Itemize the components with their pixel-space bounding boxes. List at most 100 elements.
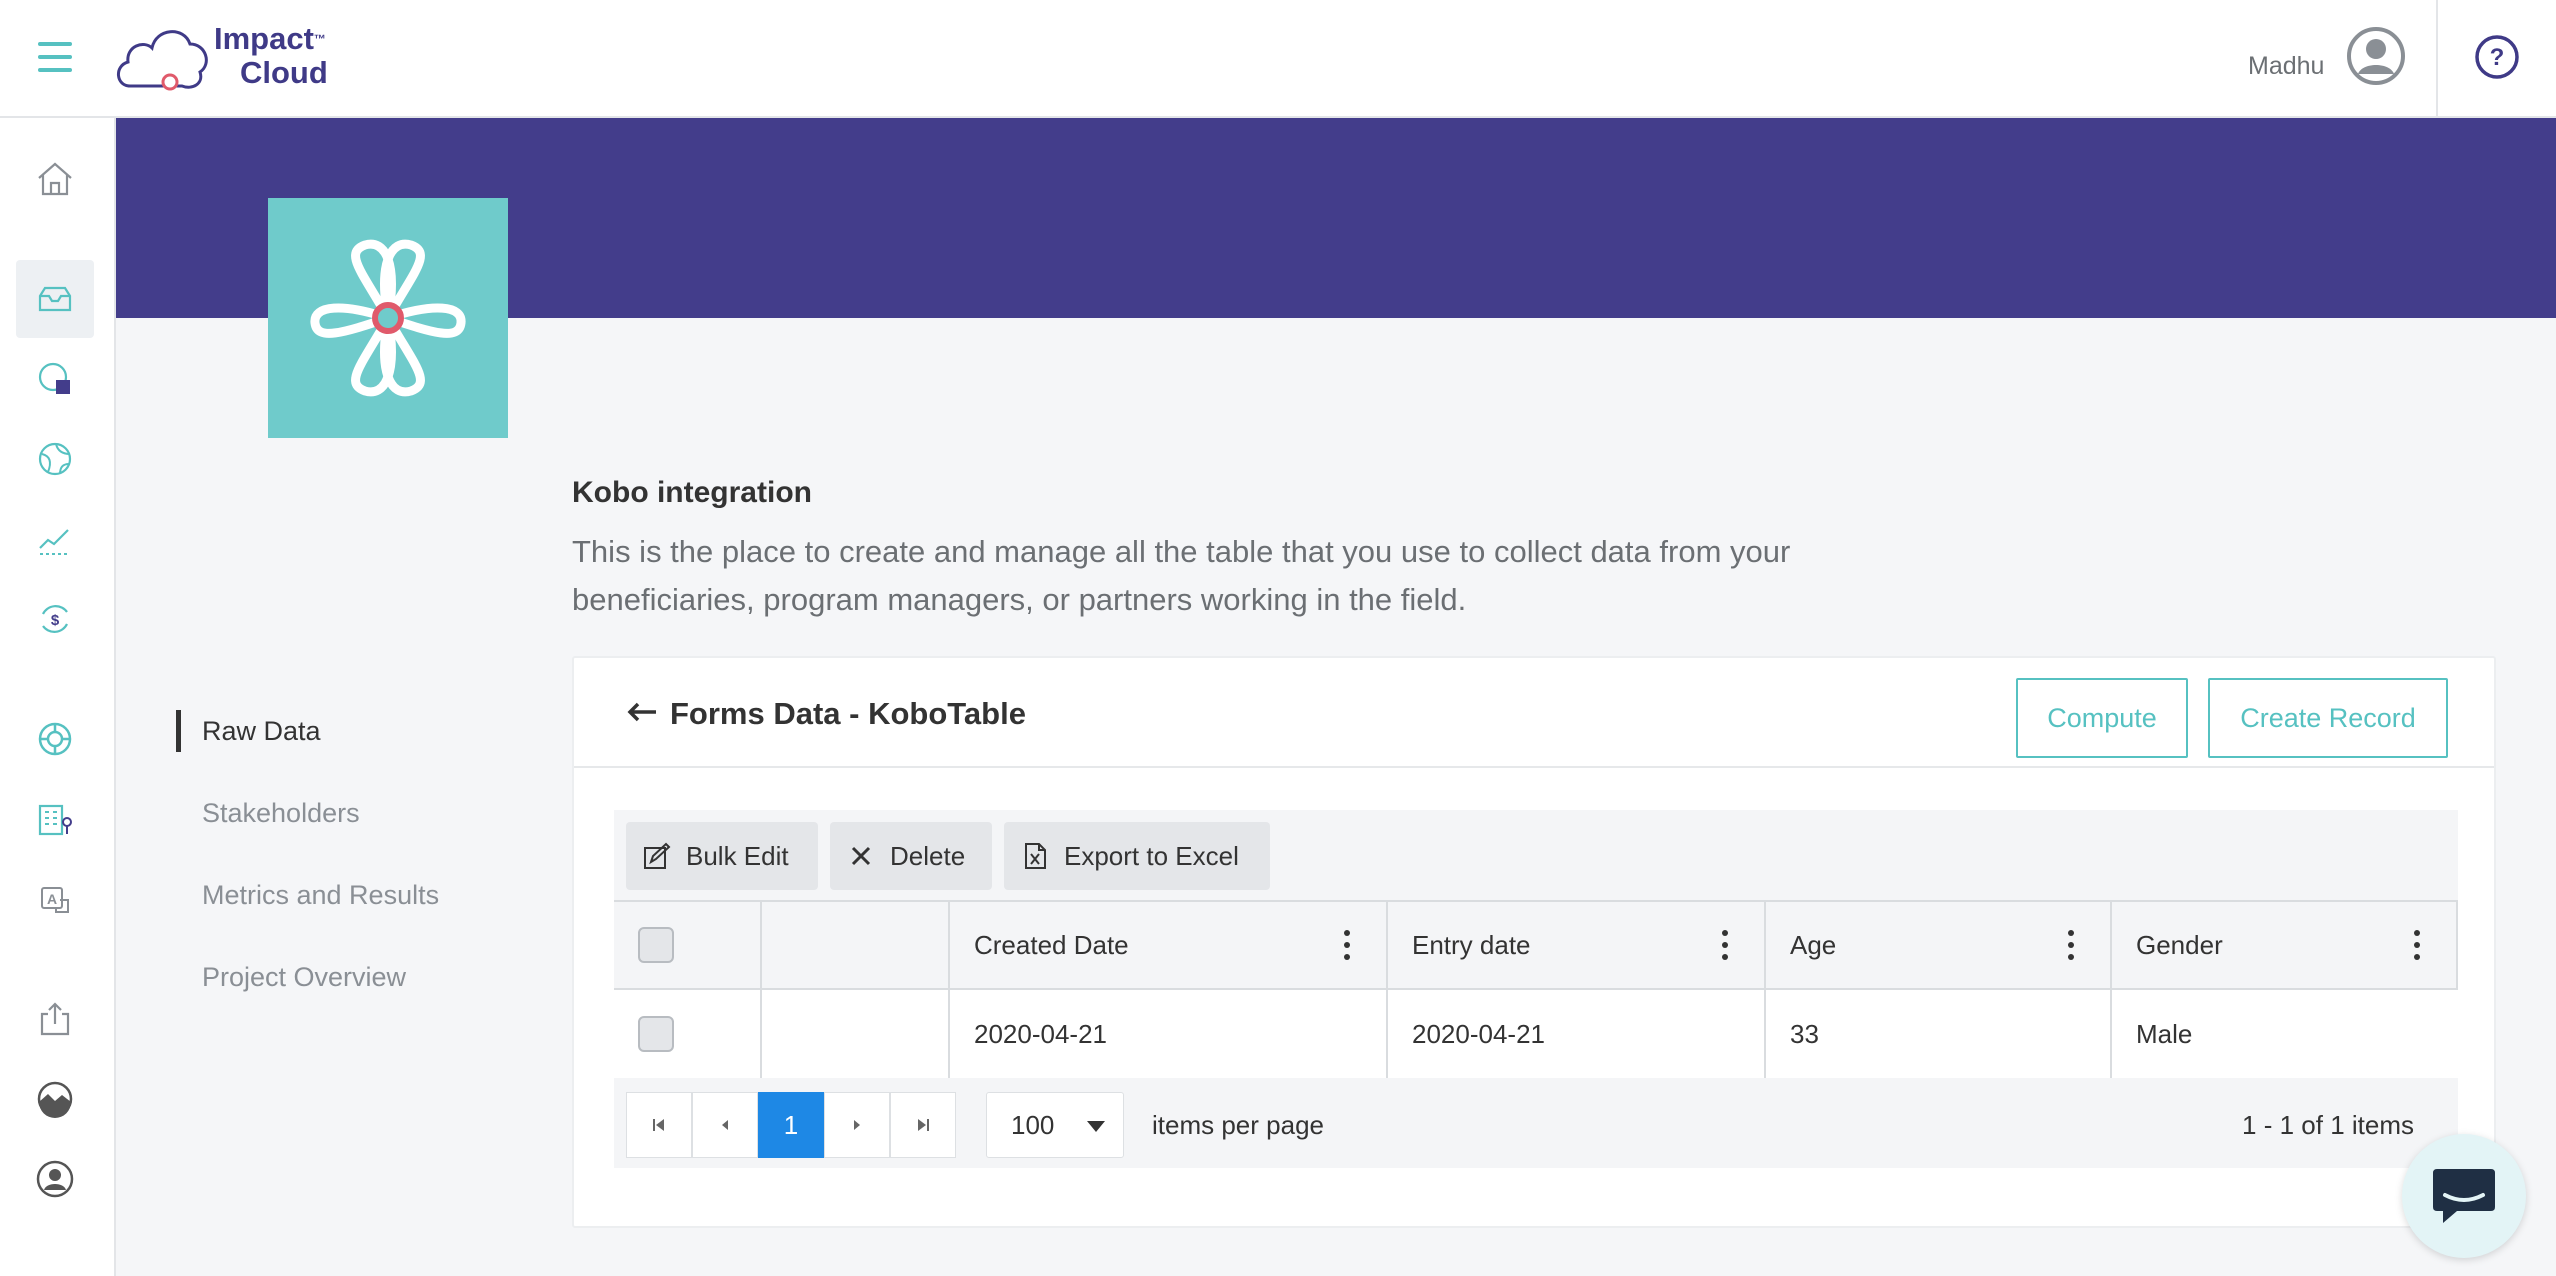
- page-size-select[interactable]: 100: [986, 1092, 1124, 1158]
- excel-file-icon: [1025, 843, 1046, 869]
- sidenav-item-project-overview[interactable]: Project Overview: [176, 936, 506, 1018]
- forms-data-card: Forms Data - KoboTable Compute Create Re…: [572, 656, 2496, 1228]
- pagination-info: 1 - 1 of 1 items: [2242, 1110, 2414, 1140]
- items-per-page-label: items per page: [1152, 1110, 1324, 1140]
- user-avatar-icon[interactable]: [2346, 26, 2406, 86]
- rail-finance[interactable]: $: [16, 580, 94, 658]
- header-select-all-cell: [614, 902, 760, 988]
- row-select-cell: [614, 990, 760, 1078]
- chart-icon: [39, 529, 70, 555]
- card-header: Forms Data - KoboTable Compute Create Re…: [574, 658, 2494, 768]
- cell-created-date: 2020-04-21: [948, 990, 1386, 1078]
- pagination-bar: 1 100 items per page 1 - 1 of 1 items: [614, 1078, 2458, 1168]
- logo-line1: Impact: [214, 21, 314, 56]
- help-icon[interactable]: ?: [2474, 34, 2520, 80]
- finance-icon: $: [42, 605, 68, 633]
- delete-button[interactable]: Delete: [830, 822, 992, 890]
- column-header-gender[interactable]: Gender: [2110, 902, 2456, 988]
- svg-text:A: A: [47, 891, 57, 907]
- rail-profile[interactable]: [16, 1140, 94, 1218]
- column-header-entry-date[interactable]: Entry date: [1386, 902, 1764, 988]
- column-header-age[interactable]: Age: [1764, 902, 2110, 988]
- logo-wordmark: Impact™ Cloud: [214, 22, 328, 90]
- table-header-row: Created Date Entry date Age Gender: [614, 900, 2458, 990]
- left-icon-rail: $ A: [0, 118, 116, 1276]
- kobo-logo-icon: [310, 239, 466, 397]
- column-header-created-date[interactable]: Created Date: [948, 902, 1386, 988]
- delete-label: Delete: [890, 840, 966, 871]
- section-nav: Raw Data Stakeholders Metrics and Result…: [176, 690, 506, 1018]
- lifebuoy-icon: [38, 722, 72, 756]
- column-label: Age: [1790, 929, 1837, 960]
- user-name[interactable]: Madhu: [2248, 52, 2324, 81]
- top-header: Impact™ Cloud Madhu ?: [0, 0, 2556, 118]
- compute-button[interactable]: Compute: [2016, 678, 2188, 758]
- row-blank-cell: [760, 990, 948, 1078]
- chat-widget-button[interactable]: [2402, 1134, 2526, 1258]
- bulk-edit-button[interactable]: Bulk Edit: [626, 822, 818, 890]
- logo-line2: Cloud: [240, 55, 328, 90]
- last-page-button[interactable]: [890, 1092, 956, 1158]
- export-icon: [40, 1002, 70, 1036]
- sidenav-item-raw-data[interactable]: Raw Data: [176, 690, 506, 772]
- header-blank-cell: [760, 902, 948, 988]
- chevron-down-icon: [1087, 1121, 1105, 1132]
- cloud-logo-icon: [117, 30, 208, 91]
- globe-icon: [38, 442, 72, 476]
- export-label: Export to Excel: [1064, 840, 1239, 871]
- create-record-button[interactable]: Create Record: [2208, 678, 2448, 758]
- page-title: Kobo integration: [572, 476, 812, 509]
- sidenav-item-metrics-and-results[interactable]: Metrics and Results: [176, 854, 506, 936]
- column-menu-icon[interactable]: [2412, 930, 2422, 960]
- translate-icon: A: [41, 887, 69, 913]
- sidenav-item-stakeholders[interactable]: Stakeholders: [176, 772, 506, 854]
- rail-globe[interactable]: [16, 420, 94, 498]
- column-label: Entry date: [1412, 929, 1531, 960]
- card-title: Forms Data - KoboTable: [670, 696, 1026, 731]
- next-page-button[interactable]: [824, 1092, 890, 1158]
- close-icon: [851, 846, 871, 866]
- row-checkbox[interactable]: [638, 1016, 674, 1052]
- rail-home[interactable]: [16, 140, 94, 218]
- rail-organization[interactable]: [16, 780, 94, 858]
- export-to-excel-button[interactable]: Export to Excel: [1004, 822, 1270, 890]
- last-page-icon: [918, 1119, 929, 1131]
- database-icon: [38, 362, 70, 394]
- page-description: This is the place to create and manage a…: [572, 534, 1791, 617]
- rail-data[interactable]: [16, 340, 94, 418]
- rail-share[interactable]: [16, 980, 94, 1058]
- select-all-checkbox[interactable]: [638, 927, 674, 963]
- profile-icon: [36, 1160, 74, 1198]
- logo-trademark: ™: [313, 32, 326, 46]
- next-page-icon: [854, 1120, 860, 1130]
- inbox-icon: [38, 286, 72, 312]
- project-logo: [268, 198, 508, 438]
- data-grid: Bulk Edit Delete Export to Excel Created…: [614, 810, 2458, 1168]
- rail-chart[interactable]: [16, 500, 94, 578]
- rail-inbox[interactable]: [16, 260, 94, 338]
- column-menu-icon[interactable]: [1720, 930, 1730, 960]
- chat-bubble-icon: [2433, 1169, 2495, 1223]
- table-row[interactable]: 2020-04-21 2020-04-21 33 Male: [614, 990, 2458, 1078]
- column-menu-icon[interactable]: [1342, 930, 1352, 960]
- previous-page-button[interactable]: [692, 1092, 758, 1158]
- column-menu-icon[interactable]: [2066, 930, 2076, 960]
- cell-entry-date: 2020-04-21: [1386, 990, 1764, 1078]
- grid-toolbar: Bulk Edit Delete Export to Excel: [614, 810, 2458, 900]
- page-number-button[interactable]: 1: [758, 1092, 824, 1158]
- hamburger-menu-icon[interactable]: [38, 42, 72, 72]
- building-icon: [38, 804, 72, 836]
- back-arrow-icon[interactable]: [622, 692, 662, 732]
- header-divider: [2436, 0, 2438, 118]
- column-label: Gender: [2136, 929, 2223, 960]
- first-page-icon: [653, 1119, 664, 1131]
- bulk-edit-label: Bulk Edit: [686, 840, 789, 871]
- rail-translate[interactable]: A: [16, 860, 94, 938]
- impact-cloud-logo[interactable]: Impact™ Cloud: [112, 14, 352, 98]
- column-label: Created Date: [974, 929, 1129, 960]
- rail-support[interactable]: [16, 700, 94, 778]
- rail-landscape[interactable]: [16, 1060, 94, 1138]
- cell-gender: Male: [2110, 990, 2456, 1078]
- first-page-button[interactable]: [626, 1092, 692, 1158]
- page-size-value: 100: [1011, 1109, 1055, 1140]
